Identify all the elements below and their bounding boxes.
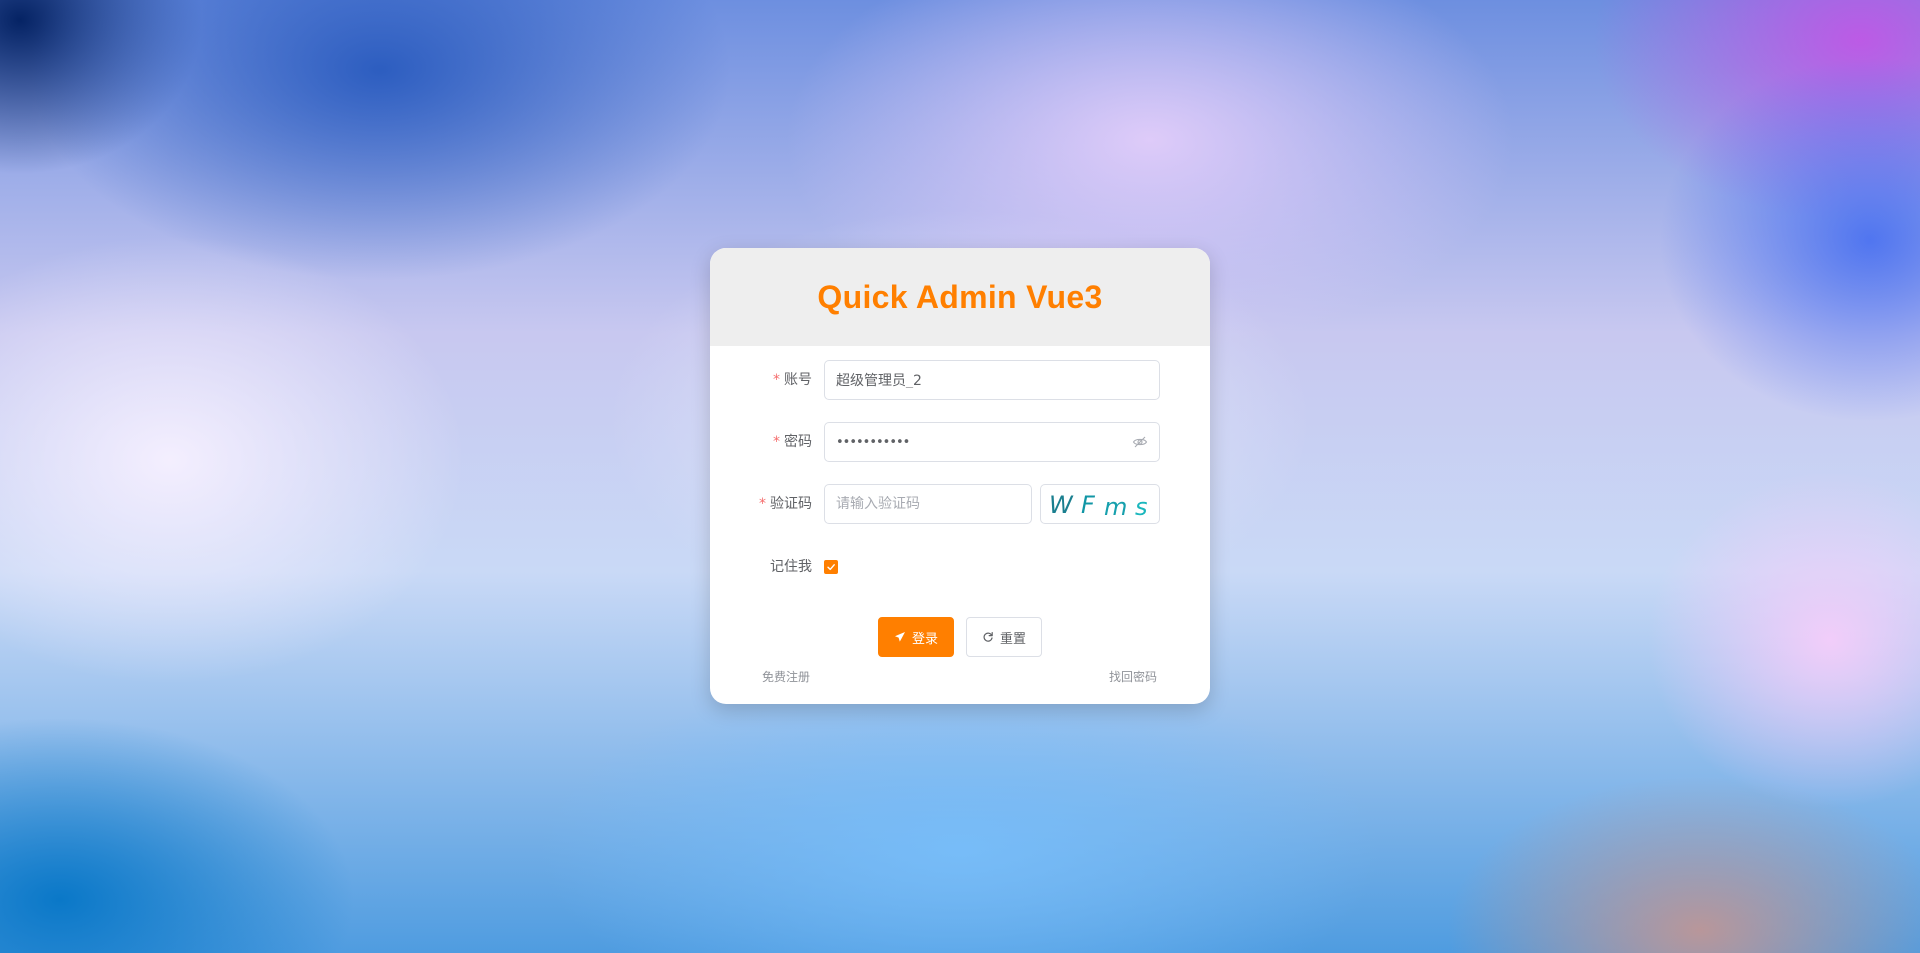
app-title: Quick Admin Vue3 [817, 278, 1103, 315]
login-page: Quick Admin Vue3 *账号 *密码 ••••••••••• [0, 0, 1920, 953]
captcha-label: * 验证码 [759, 484, 812, 524]
captcha-input-box[interactable] [824, 484, 1032, 524]
password-input[interactable]: ••••••••••• [836, 435, 910, 450]
login-button[interactable]: 登录 [878, 617, 954, 657]
eye-hidden-icon[interactable] [1132, 434, 1148, 450]
remember-row: 记住我 [710, 547, 1210, 587]
remember-checkbox[interactable] [824, 560, 838, 574]
account-row: * 账号 [710, 360, 1210, 400]
paper-plane-icon [894, 632, 905, 642]
captcha-char: s [1135, 493, 1148, 521]
account-input[interactable] [836, 372, 1148, 388]
captcha-row: *验证码 W F m s [710, 484, 1210, 524]
check-icon [827, 564, 835, 571]
reset-button[interactable]: 重置 [966, 617, 1042, 657]
captcha-input[interactable] [836, 496, 1020, 512]
login-button-label: 登录 [911, 631, 938, 647]
refresh-icon [983, 632, 993, 642]
forgot-password-link[interactable]: 找回密码 [1109, 668, 1157, 685]
captcha-char: W [1049, 491, 1073, 519]
required-mark: * [773, 434, 780, 450]
password-row: * 密码 ••••••••••• [710, 422, 1210, 462]
required-mark: * [773, 372, 780, 388]
captcha-label-text: 验证码 [770, 496, 812, 512]
password-label: * 密码 [773, 422, 812, 462]
remember-label: 记住我 [770, 559, 812, 575]
account-label-text: 账号 [784, 372, 812, 388]
password-input-box[interactable]: ••••••••••• [824, 422, 1160, 462]
required-mark: * [759, 496, 766, 512]
account-label: * 账号 [773, 360, 812, 400]
login-card: Quick Admin Vue3 *账号 *密码 ••••••••••• [710, 248, 1210, 704]
login-card-header: Quick Admin Vue3 [710, 248, 1210, 346]
links-row: 免费注册 找回密码 [710, 668, 1210, 688]
register-link[interactable]: 免费注册 [762, 668, 810, 685]
account-input-box[interactable] [824, 360, 1160, 400]
captcha-image[interactable]: W F m s [1040, 484, 1160, 524]
captcha-char: F [1081, 491, 1095, 519]
actions-row: 登录 重置 [710, 617, 1210, 657]
captcha-char: m [1104, 493, 1128, 521]
reset-button-label: 重置 [999, 631, 1026, 647]
password-label-text: 密码 [784, 434, 812, 450]
